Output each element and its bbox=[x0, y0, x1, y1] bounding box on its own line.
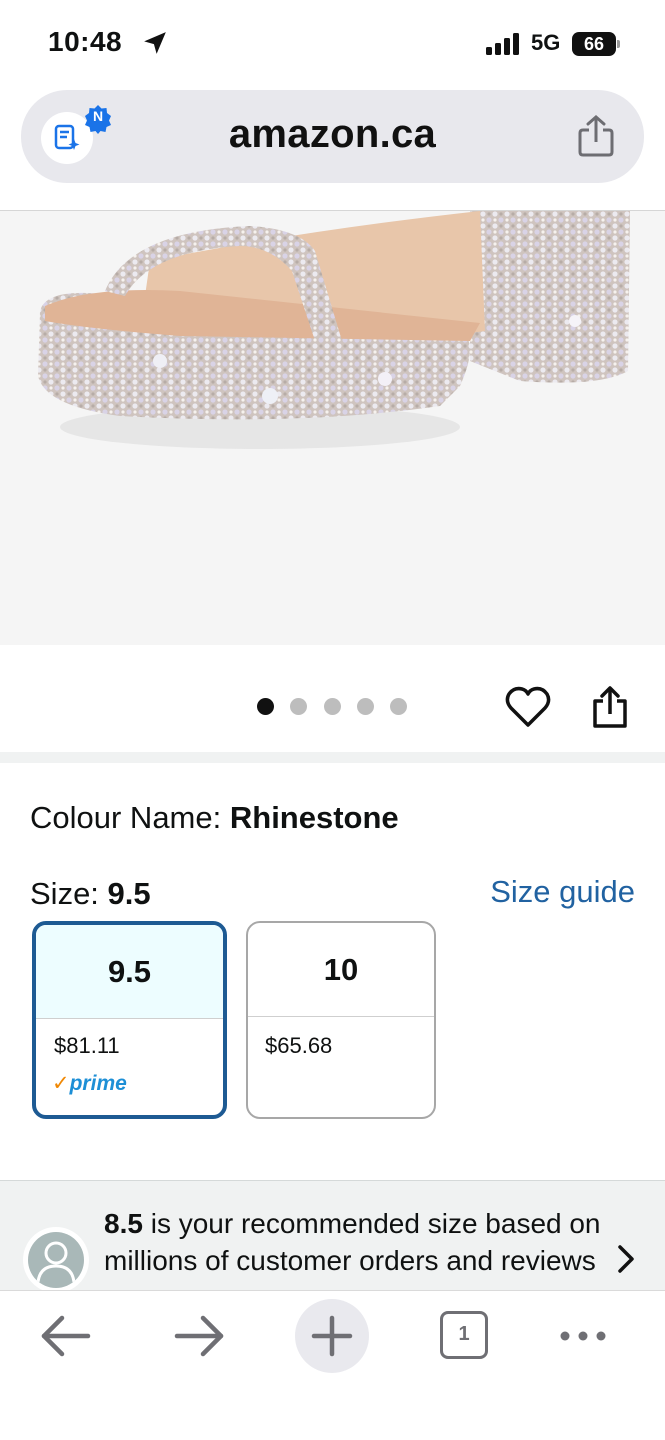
image-carousel-controls bbox=[0, 645, 665, 752]
battery-icon: 66 bbox=[572, 32, 620, 56]
product-image[interactable] bbox=[0, 211, 665, 645]
forward-button[interactable] bbox=[163, 1299, 237, 1373]
carousel-dot[interactable] bbox=[357, 698, 374, 715]
url-text[interactable]: amazon.ca bbox=[21, 112, 644, 157]
browser-toolbar: 1 bbox=[0, 1290, 665, 1440]
size-option-price: $65.68 bbox=[265, 1033, 333, 1058]
size-recommendation[interactable]: 8.5 is your recommended size based on mi… bbox=[0, 1180, 665, 1290]
plus-icon bbox=[311, 1315, 353, 1357]
more-icon bbox=[560, 1331, 606, 1341]
size-option-price: $81.11 bbox=[54, 1033, 120, 1058]
carousel-dot[interactable] bbox=[324, 698, 341, 715]
status-bar: 10:48 5G 66 bbox=[0, 0, 665, 88]
battery-level: 66 bbox=[572, 32, 616, 56]
avatar bbox=[23, 1227, 89, 1290]
chevron-right-icon[interactable] bbox=[615, 1243, 637, 1275]
size-option-label: 9.5 bbox=[36, 925, 223, 1019]
back-button[interactable] bbox=[30, 1299, 104, 1373]
colour-value: Rhinestone bbox=[229, 800, 399, 835]
recommendation-body: is your recommended size based on millio… bbox=[104, 1208, 601, 1276]
size-label: Size: bbox=[30, 876, 99, 911]
address-bar[interactable]: N amazon.ca bbox=[21, 90, 644, 183]
heart-icon[interactable] bbox=[505, 685, 551, 729]
status-time: 10:48 bbox=[48, 26, 123, 57]
tabs-button[interactable]: 1 bbox=[427, 1299, 501, 1373]
tab-count: 1 bbox=[440, 1311, 488, 1359]
prime-label: prime bbox=[69, 1072, 127, 1095]
size-row: Size: 9.5 bbox=[30, 876, 151, 912]
carousel-dot[interactable] bbox=[390, 698, 407, 715]
location-arrow-icon bbox=[144, 32, 166, 54]
back-arrow-icon bbox=[41, 1315, 91, 1357]
size-value: 9.5 bbox=[107, 876, 151, 911]
size-option-9-5[interactable]: 9.5 $81.11 ✓prime bbox=[32, 921, 227, 1119]
sandal-illustration bbox=[38, 211, 630, 449]
cellular-signal-icon bbox=[486, 33, 519, 55]
carousel-dot[interactable] bbox=[290, 698, 307, 715]
size-guide-link[interactable]: Size guide bbox=[490, 874, 635, 910]
network-type: 5G bbox=[531, 30, 561, 55]
prime-check-icon: ✓ bbox=[52, 1072, 70, 1095]
colour-name-row: Colour Name: Rhinestone bbox=[30, 800, 399, 836]
forward-arrow-icon bbox=[174, 1315, 224, 1357]
new-tab-button[interactable] bbox=[295, 1299, 369, 1373]
size-option-label: 10 bbox=[248, 923, 434, 1017]
share-icon[interactable] bbox=[590, 685, 630, 729]
recommended-size: 8.5 bbox=[104, 1208, 143, 1239]
recommendation-text: 8.5 is your recommended size based on mi… bbox=[104, 1205, 604, 1279]
colour-label: Colour Name: bbox=[30, 800, 222, 835]
section-separator bbox=[0, 752, 665, 763]
prime-badge: ✓prime bbox=[52, 1071, 127, 1096]
size-option-10[interactable]: 10 $65.68 bbox=[246, 921, 436, 1119]
share-icon[interactable] bbox=[576, 114, 616, 158]
person-icon bbox=[36, 1241, 76, 1283]
more-button[interactable] bbox=[547, 1299, 621, 1373]
carousel-dot[interactable] bbox=[257, 698, 274, 715]
